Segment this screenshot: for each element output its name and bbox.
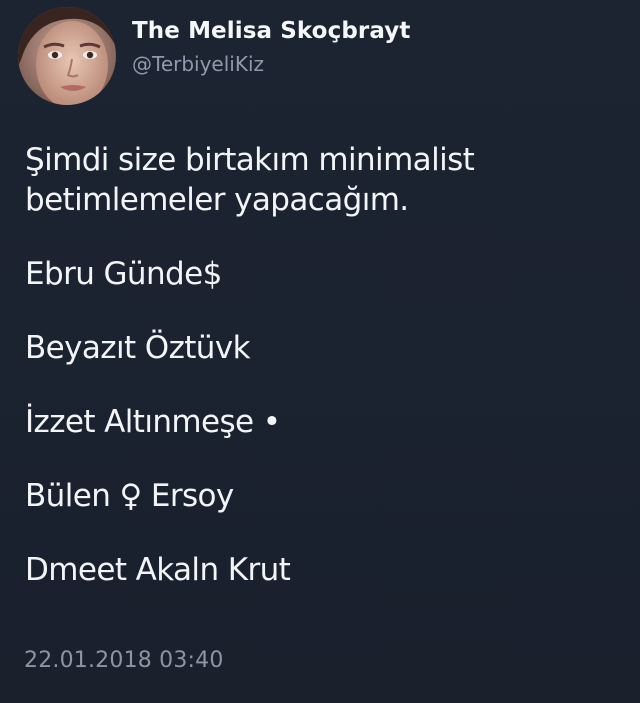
avatar[interactable]	[18, 7, 116, 105]
tweet-line: İzzet Altınmeşe •	[25, 404, 281, 440]
tweet-header: The Melisa Skoçbrayt @TerbiyeliKiz	[18, 4, 410, 108]
tweet-paragraph-intro: Şimdi size birtakım minimalist betimleme…	[25, 140, 615, 220]
tweet-timestamp[interactable]: 22.01.2018 03:40	[24, 648, 224, 673]
user-info: The Melisa Skoçbrayt @TerbiyeliKiz	[132, 18, 410, 76]
profile-photo-icon	[18, 7, 116, 105]
tweet-line: Şimdi size birtakım minimalist	[25, 142, 475, 178]
display-name[interactable]: The Melisa Skoçbrayt	[132, 18, 410, 44]
tweet-line: betimlemeler yapacağım.	[25, 182, 409, 218]
tweet-paragraph: İzzet Altınmeşe •	[25, 402, 615, 442]
tweet-line: Dmeet Akaln Krut	[25, 552, 291, 588]
tweet-card: The Melisa Skoçbrayt @TerbiyeliKiz Şimdi…	[0, 0, 640, 703]
tweet-line: Bülen ♀ Ersoy	[25, 478, 234, 514]
user-handle[interactable]: @TerbiyeliKiz	[132, 52, 410, 76]
tweet-paragraph: Dmeet Akaln Krut	[25, 550, 615, 590]
tweet-line: Beyazıt Öztüvk	[25, 330, 251, 366]
tweet-paragraph: Ebru Günde$	[25, 254, 615, 294]
tweet-line: Ebru Günde$	[25, 256, 222, 292]
tweet-paragraph: Beyazıt Öztüvk	[25, 328, 615, 368]
tweet-text: Şimdi size birtakım minimalist betimleme…	[25, 140, 615, 590]
tweet-paragraph: Bülen ♀ Ersoy	[25, 476, 615, 516]
